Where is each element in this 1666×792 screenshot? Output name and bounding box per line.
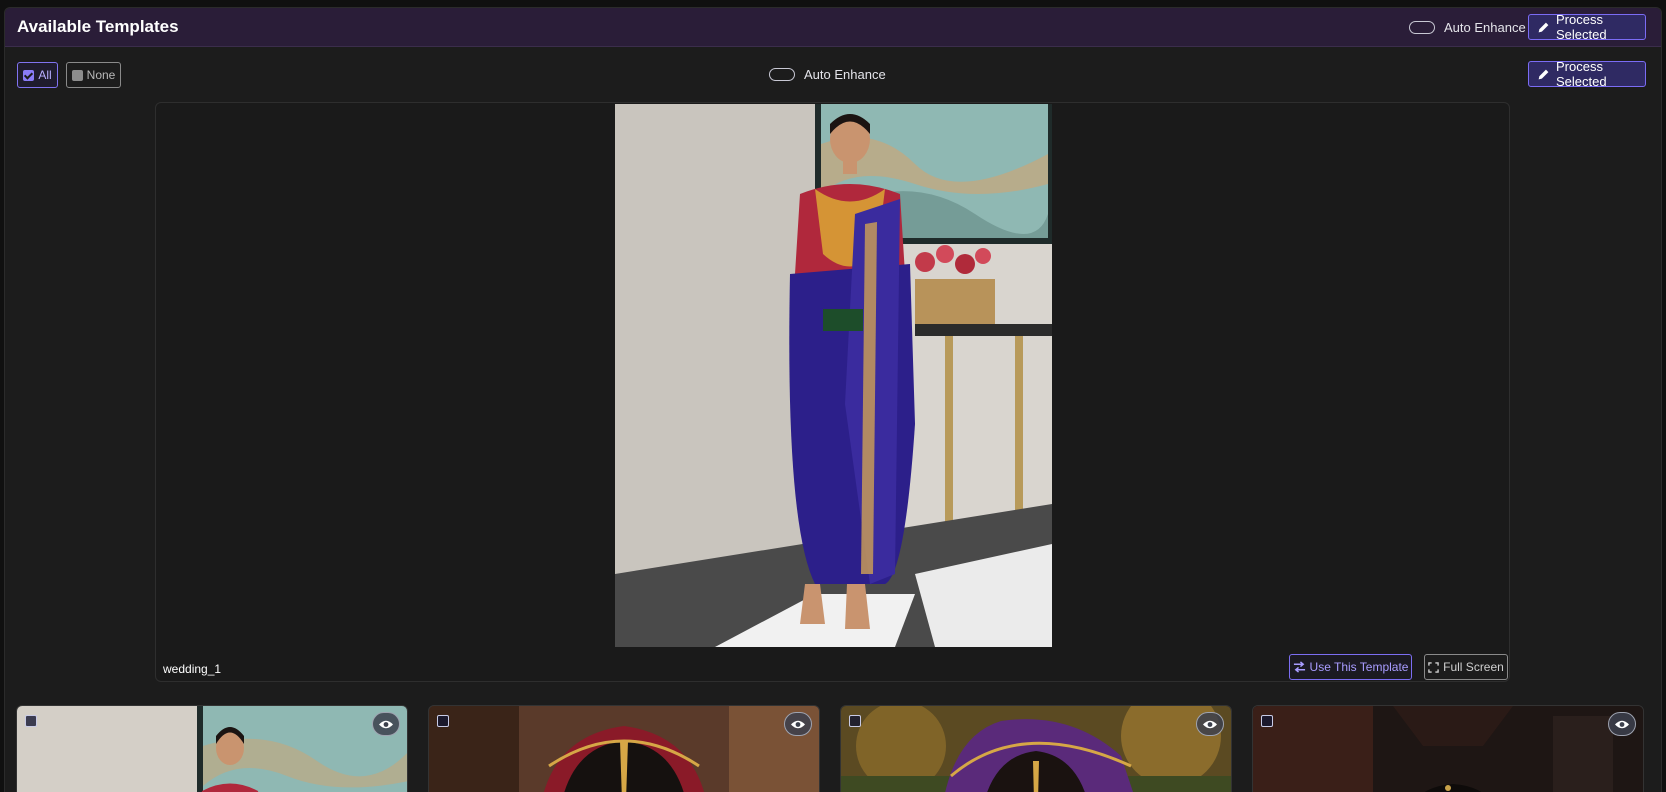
full-screen-label: Full Screen (1443, 660, 1504, 674)
template-thumbnail-image (429, 706, 819, 792)
pencil-icon (1537, 68, 1550, 81)
template-thumbnail-image (17, 706, 407, 792)
templates-panel: Available Templates Auto Enhance Process… (4, 7, 1662, 792)
panel-header: Available Templates Auto Enhance Process… (5, 8, 1661, 47)
use-this-template-label: Use This Template (1309, 660, 1409, 674)
page-title: Available Templates (17, 17, 179, 36)
select-none-label: None (86, 68, 116, 82)
eye-icon[interactable] (1196, 712, 1224, 736)
header-auto-enhance-label: Auto Enhance (1444, 20, 1526, 35)
template-thumbnail-image (841, 706, 1231, 792)
select-all-button[interactable]: All (17, 62, 58, 88)
preview-template-name: wedding_1 (163, 662, 222, 676)
full-screen-button[interactable]: Full Screen (1424, 654, 1508, 680)
template-preview: wedding_1 Use This Template Full Screen (155, 102, 1510, 682)
template-card[interactable] (16, 705, 408, 792)
template-select-checkbox[interactable] (1261, 715, 1273, 727)
header-auto-enhance-toggle[interactable] (1409, 21, 1435, 34)
select-none-button[interactable]: None (66, 62, 121, 88)
preview-image[interactable] (615, 104, 1052, 647)
eye-icon[interactable] (372, 712, 400, 736)
template-select-checkbox[interactable] (25, 715, 37, 727)
select-all-label: All (38, 68, 52, 82)
checkbox-checked-icon (23, 69, 35, 81)
fullscreen-icon (1428, 661, 1439, 673)
header-process-selected-label: Process Selected (1556, 12, 1607, 42)
swap-icon (1293, 661, 1306, 673)
pencil-icon (1537, 21, 1550, 34)
auto-enhance-label: Auto Enhance (804, 67, 886, 82)
checkbox-empty-icon (71, 69, 83, 81)
use-this-template-button[interactable]: Use This Template (1289, 654, 1412, 680)
template-card[interactable] (1252, 705, 1644, 792)
template-select-checkbox[interactable] (849, 715, 861, 727)
process-selected-label: Process Selected (1556, 59, 1607, 89)
process-selected-button[interactable]: Process Selected (1528, 59, 1646, 89)
template-card[interactable] (428, 705, 820, 792)
eye-icon[interactable] (1608, 712, 1636, 736)
template-thumbnail-image (1253, 706, 1643, 792)
eye-icon[interactable] (784, 712, 812, 736)
template-card[interactable] (840, 705, 1232, 792)
template-select-checkbox[interactable] (437, 715, 449, 727)
header-process-selected-button[interactable]: Process Selected (1528, 12, 1646, 42)
auto-enhance-toggle[interactable] (769, 68, 795, 81)
